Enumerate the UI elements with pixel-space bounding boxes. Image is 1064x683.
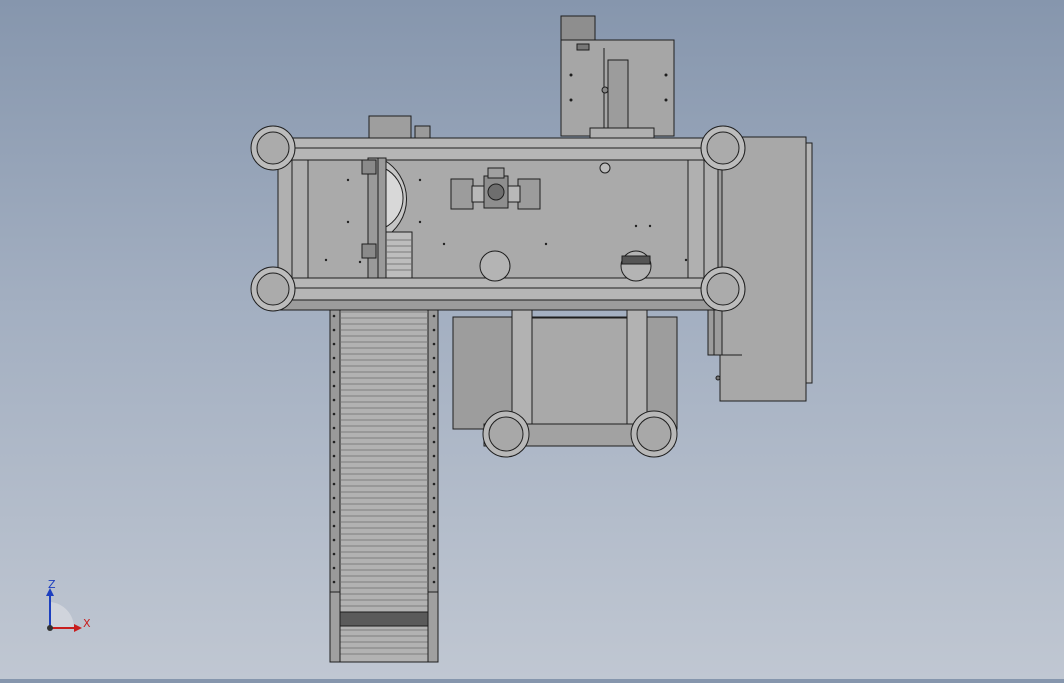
rail-bolt <box>332 482 336 486</box>
machine-assembly-drawing <box>250 15 813 663</box>
rail-bolt <box>332 510 336 514</box>
rail-bolt <box>432 566 436 570</box>
rail-bolt <box>432 538 436 542</box>
rail-bolt <box>432 496 436 500</box>
top-left-bracket <box>368 115 431 141</box>
rail-bolt <box>432 468 436 472</box>
roller-conveyor <box>329 299 439 663</box>
rail-bolt <box>432 398 436 402</box>
rail-bolt <box>432 370 436 374</box>
rail-bolt <box>332 426 336 430</box>
rail-bolt <box>332 342 336 346</box>
rail-bolt <box>432 454 436 458</box>
rail-bolt <box>432 482 436 486</box>
rail-bolt <box>332 524 336 528</box>
top-motor-unit <box>560 15 675 139</box>
main-frame <box>250 125 746 312</box>
x-axis-label: X <box>83 617 91 630</box>
rail-bolt <box>332 314 336 318</box>
rail-bolt <box>332 566 336 570</box>
rail-bolt <box>332 356 336 360</box>
rail-bolt <box>332 454 336 458</box>
rail-bolt <box>332 412 336 416</box>
rail-bolt <box>332 440 336 444</box>
rail-bolt <box>332 580 336 584</box>
rail-bolt <box>432 356 436 360</box>
rail-bolt <box>432 384 436 388</box>
rail-bolt <box>332 384 336 388</box>
rail-bolt <box>332 496 336 500</box>
rail-bolt <box>432 510 436 514</box>
rail-bolt <box>432 440 436 444</box>
cad-viewport[interactable] <box>0 0 1064 679</box>
z-axis-label: Z <box>48 578 56 591</box>
rail-bolt <box>332 552 336 556</box>
rail-bolt <box>432 328 436 332</box>
rail-bolt <box>432 426 436 430</box>
rail-bolt <box>332 468 336 472</box>
rail-bolt <box>432 412 436 416</box>
axis-triad: Z X <box>46 578 91 632</box>
rail-bolt <box>432 524 436 528</box>
rail-bolt <box>432 314 436 318</box>
rail-bolt <box>432 580 436 584</box>
rail-bolt <box>332 370 336 374</box>
rail-bolt <box>432 342 436 346</box>
rail-bolt <box>332 328 336 332</box>
x-axis-arrowhead <box>74 624 82 632</box>
rail-bolt <box>332 398 336 402</box>
lower-cart <box>452 297 678 458</box>
rail-bolt <box>432 552 436 556</box>
rail-bolt <box>332 538 336 542</box>
